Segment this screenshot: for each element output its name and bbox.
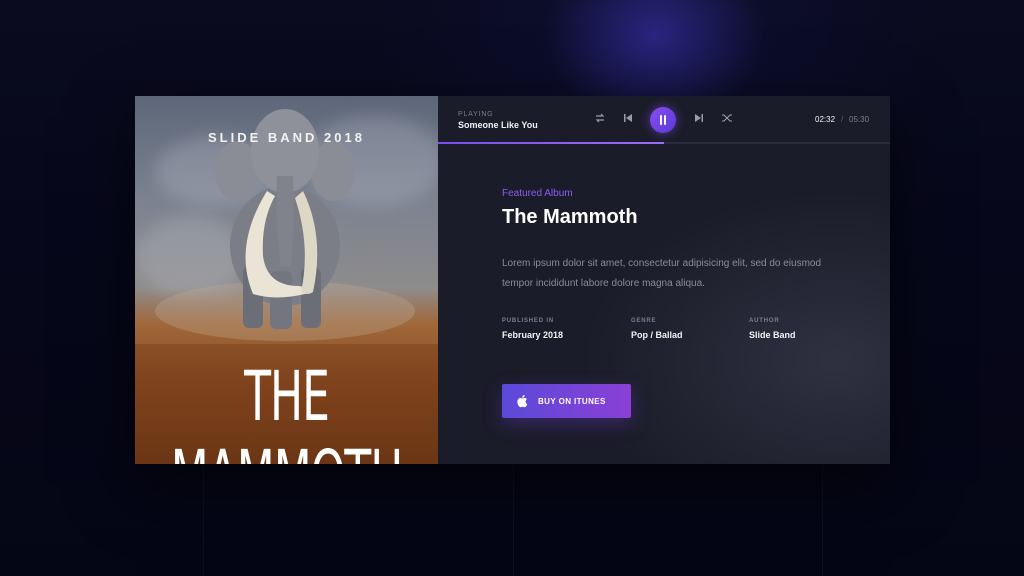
buy-on-itunes-button[interactable]: BUY ON ITUNES: [502, 384, 631, 418]
previous-icon[interactable]: [620, 112, 636, 128]
pause-button[interactable]: [650, 107, 676, 133]
now-playing-label: PLAYING: [458, 111, 494, 118]
next-icon[interactable]: [691, 112, 707, 128]
apple-icon: [517, 395, 528, 408]
meta-label: PUBLISHED IN: [502, 318, 554, 324]
buy-button-label: BUY ON ITUNES: [538, 397, 606, 406]
time-separator: /: [841, 115, 844, 124]
meta-label: AUTHOR: [749, 318, 780, 324]
background-divider: [513, 464, 514, 576]
album-description: Lorem ipsum dolor sit amet, consectetur …: [502, 258, 822, 289]
album-cover: SLIDE BAND 2018 THE MAMMOTH: [135, 96, 438, 464]
meta-value: February 2018: [502, 330, 564, 340]
meta-value: Pop / Ballad: [631, 330, 683, 340]
shuffle-icon[interactable]: [719, 112, 735, 128]
player-bar: PLAYING Someone Like You 02:32 / 05:30: [438, 96, 890, 144]
meta-published: PUBLISHED IN February 2018: [502, 318, 563, 340]
meta-label: GENRE: [631, 318, 657, 324]
background-divider: [822, 464, 823, 576]
album-title: The Mammoth: [502, 206, 638, 228]
pause-icon: [660, 115, 662, 125]
cover-album-title: THE MAMMOTH: [171, 358, 404, 464]
background-divider: [203, 464, 204, 576]
meta-value: Slide Band: [749, 330, 796, 340]
progress-track[interactable]: [438, 142, 890, 144]
player-panel: PLAYING Someone Like You 02:32 / 05:30 F…: [438, 96, 890, 464]
featured-label: Featured Album: [502, 188, 573, 199]
meta-genre: GENRE Pop / Ballad: [631, 318, 683, 340]
current-time: 02:32: [815, 115, 836, 124]
meta-author: AUTHOR Slide Band: [749, 318, 796, 340]
now-playing-song: Someone Like You: [458, 120, 538, 130]
album-card: SLIDE BAND 2018 THE MAMMOTH PLAYING Some…: [135, 96, 890, 464]
progress-fill: [438, 142, 664, 144]
repeat-icon[interactable]: [592, 112, 608, 128]
total-time: 05:30: [849, 115, 870, 124]
cover-band-text: SLIDE BAND 2018: [208, 130, 365, 145]
